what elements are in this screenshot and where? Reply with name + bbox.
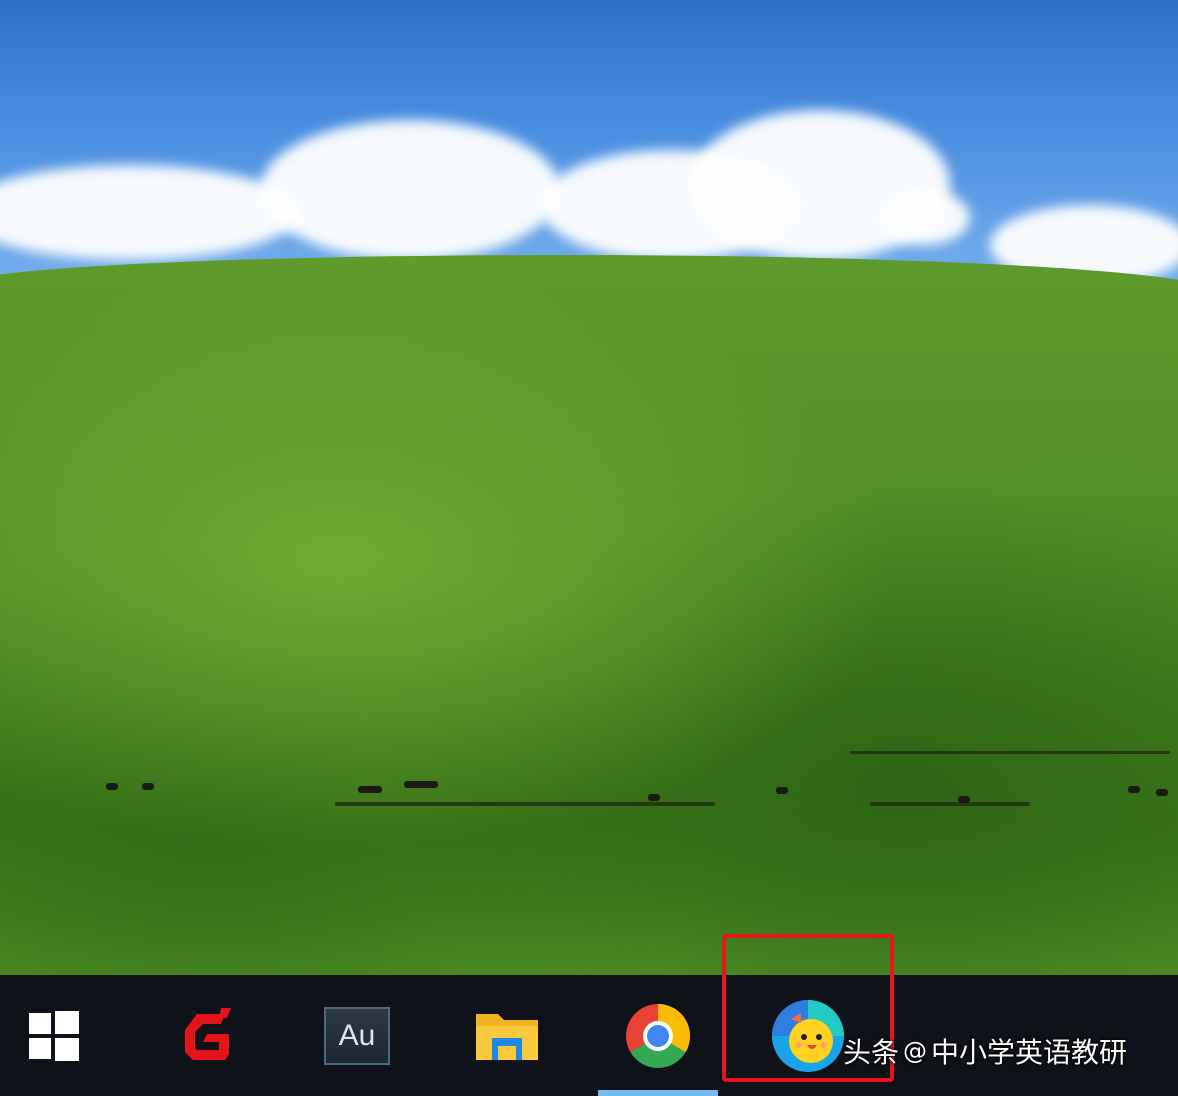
windows-logo-icon (29, 1010, 79, 1061)
watermark-author: 中小学英语教研 (931, 1036, 1128, 1069)
desktop-wallpaper (0, 0, 1178, 975)
audition-label: Au (338, 1018, 376, 1052)
active-app-indicator (598, 1090, 718, 1096)
wallpaper-cattle (335, 802, 715, 806)
taskbar-app-file-explorer[interactable] (465, 975, 549, 1096)
wallpaper-cow (958, 796, 970, 803)
wallpaper-cow (1128, 786, 1140, 793)
foxit-g-icon (185, 1007, 231, 1060)
wallpaper-cow (358, 786, 382, 793)
watermark-source: 头条 (843, 1036, 900, 1069)
wallpaper-cow (648, 794, 660, 801)
wallpaper-cow (142, 783, 154, 790)
wallpaper-cow (1156, 789, 1168, 796)
chrome-icon (626, 1003, 690, 1068)
wallpaper-cow (404, 781, 438, 788)
audition-icon: Au (324, 1006, 390, 1065)
start-button[interactable] (14, 975, 94, 1096)
watermark-at: @ (903, 1037, 928, 1065)
folder-icon (476, 1013, 538, 1060)
wallpaper-cow (106, 783, 118, 790)
wallpaper-cattle (850, 751, 1170, 754)
wallpaper-hill (0, 255, 1178, 975)
taskbar-app-audition[interactable]: Au (315, 975, 399, 1096)
wallpaper-cow (776, 787, 788, 794)
wallpaper-cloud (260, 120, 560, 260)
watermark: 头条 @ 中小学英语教研 (843, 1026, 1163, 1076)
wallpaper-cloud (880, 190, 970, 245)
taskbar-app-chrome[interactable] (598, 975, 718, 1096)
wallpaper-cattle (870, 802, 1030, 806)
taskbar-app-foxit-reader[interactable] (165, 975, 249, 1096)
